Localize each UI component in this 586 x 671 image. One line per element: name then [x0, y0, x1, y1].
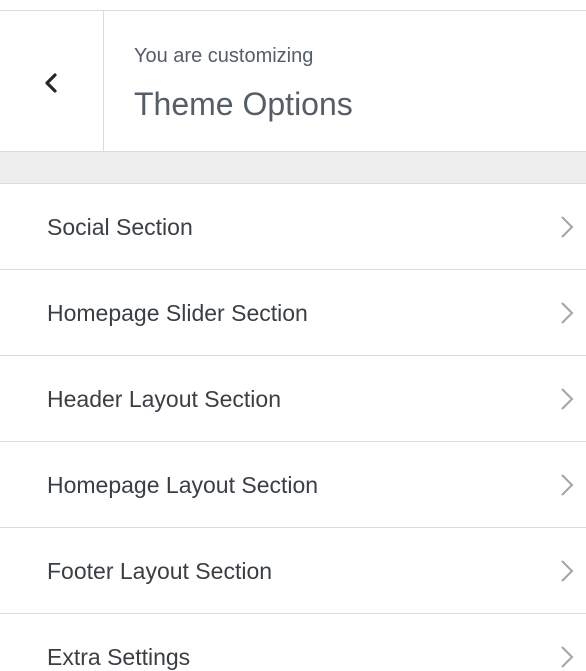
- section-label: Social Section: [47, 214, 193, 240]
- chevron-right-icon: [561, 216, 574, 238]
- chevron-right-icon: [561, 646, 574, 668]
- section-label: Homepage Slider Section: [47, 300, 308, 326]
- section-label: Homepage Layout Section: [47, 472, 319, 498]
- section-label: Extra Settings: [47, 644, 191, 670]
- section-label: Footer Layout Section: [47, 558, 273, 584]
- section-item-homepage-layout[interactable]: Homepage Layout Section: [0, 442, 586, 528]
- section-item-extra-settings[interactable]: Extra Settings: [0, 614, 586, 671]
- customizing-preamble: You are customizing: [134, 45, 314, 67]
- section-item-homepage-slider[interactable]: Homepage Slider Section: [0, 270, 586, 356]
- chevron-right-icon: [561, 302, 574, 324]
- chevron-left-icon: [44, 73, 57, 93]
- back-button[interactable]: [0, 11, 104, 151]
- panel-title: Theme Options: [134, 86, 353, 122]
- chevron-right-icon: [561, 560, 574, 582]
- section-item-footer-layout[interactable]: Footer Layout Section: [0, 528, 586, 614]
- section-item-social[interactable]: Social Section: [0, 184, 586, 270]
- section-divider: [0, 152, 586, 184]
- customizer-panel: You are customizing Theme Options Social…: [0, 0, 586, 671]
- chevron-right-icon: [561, 388, 574, 410]
- panel-header: You are customizing Theme Options: [0, 10, 586, 152]
- section-list: Social Section Homepage Slider Section H…: [0, 184, 586, 671]
- chevron-right-icon: [561, 474, 574, 496]
- section-label: Header Layout Section: [47, 386, 281, 412]
- section-item-header-layout[interactable]: Header Layout Section: [0, 356, 586, 442]
